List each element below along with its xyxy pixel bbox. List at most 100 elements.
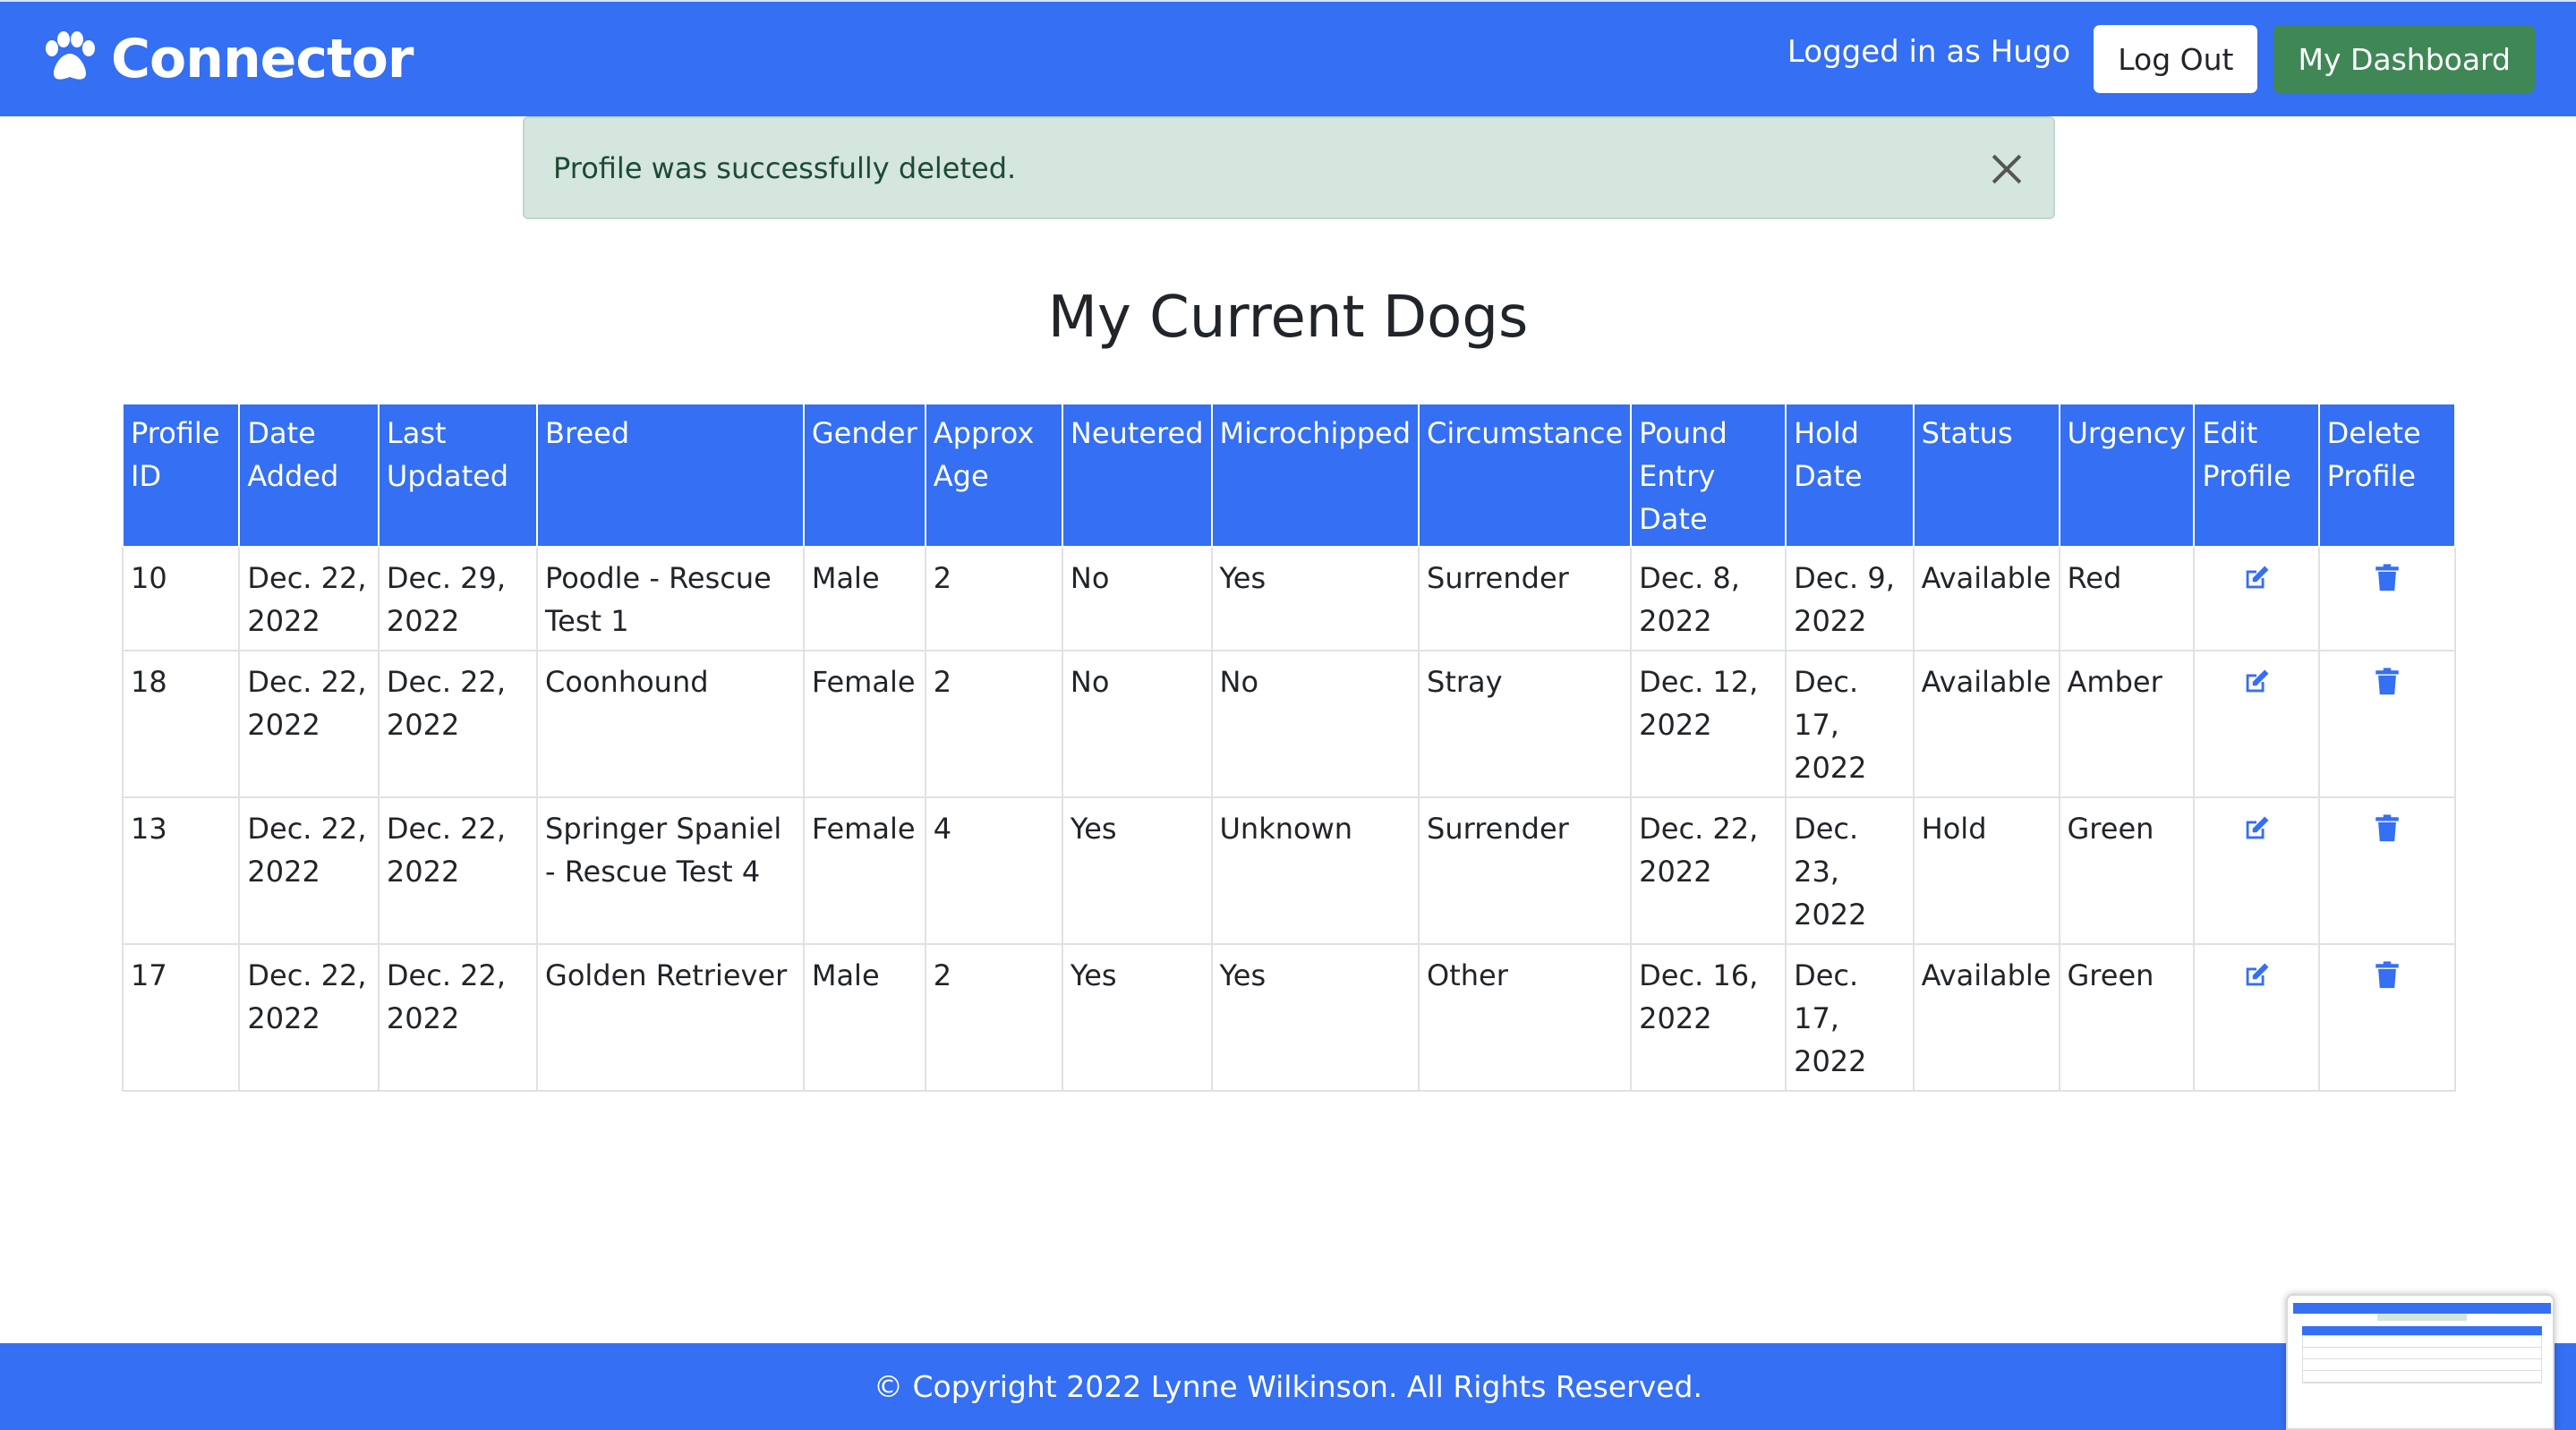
col-header: Circumstance — [1418, 404, 1633, 548]
table-row: 17 Dec. 22, 2022 Dec. 22, 2022 Golden Re… — [121, 943, 2457, 1092]
cell-circumstance: Surrender — [1418, 796, 1633, 945]
cell-date-added: Dec. 22, 2022 — [238, 546, 380, 651]
cell-neutered: No — [1061, 546, 1213, 651]
cell-profile-id: 10 — [121, 546, 241, 651]
col-header: Gender — [802, 404, 926, 548]
paw-icon — [41, 30, 98, 88]
col-header: Urgency — [2058, 404, 2196, 548]
col-header: Neutered — [1061, 404, 1213, 548]
edit-icon[interactable] — [2241, 959, 2272, 990]
cell-hold-date: Dec. 17, 2022 — [1785, 943, 1915, 1092]
cell-urgency: Amber — [2058, 650, 2196, 798]
col-header: Delete Profile — [2317, 404, 2457, 548]
cell-profile-id: 18 — [121, 650, 241, 798]
cell-breed: Golden Retriever — [536, 943, 805, 1092]
cell-delete — [2317, 650, 2457, 798]
cell-neutered: Yes — [1061, 796, 1213, 945]
cell-profile-id: 13 — [121, 796, 241, 945]
table-row: 10 Dec. 22, 2022 Dec. 29, 2022 Poodle - … — [121, 546, 2457, 651]
cell-status: Available — [1912, 546, 2060, 651]
cell-last-updated: Dec. 29, 2022 — [377, 546, 539, 651]
cell-microchipped: Yes — [1210, 943, 1420, 1092]
cell-age: 2 — [924, 546, 1063, 651]
cell-last-updated: Dec. 22, 2022 — [377, 796, 539, 945]
col-header: Status — [1912, 404, 2060, 548]
logout-button[interactable]: Log Out — [2094, 25, 2258, 93]
screenshot-thumbnail[interactable] — [2286, 1294, 2555, 1430]
cell-edit — [2193, 546, 2320, 651]
cell-date-added: Dec. 22, 2022 — [238, 943, 380, 1092]
cell-delete — [2317, 943, 2457, 1092]
edit-icon[interactable] — [2241, 562, 2272, 592]
copyright-text: © Copyright 2022 Lynne Wilkinson. All Ri… — [874, 1369, 1702, 1404]
cell-gender: Male — [802, 943, 926, 1092]
trash-icon[interactable] — [2372, 813, 2402, 843]
cell-urgency: Red — [2058, 546, 2196, 651]
thumbnail-alert — [2377, 1314, 2467, 1321]
cell-hold-date: Dec. 23, 2022 — [1785, 796, 1915, 945]
cell-age: 2 — [924, 650, 1063, 798]
cell-pound-entry: Dec. 16, 2022 — [1630, 943, 1787, 1092]
col-header: Edit Profile — [2193, 404, 2320, 548]
trash-icon[interactable] — [2372, 562, 2402, 592]
cell-hold-date: Dec. 9, 2022 — [1785, 546, 1915, 651]
cell-neutered: Yes — [1061, 943, 1213, 1092]
thumbnail-navbar — [2293, 1303, 2551, 1314]
cell-urgency: Green — [2058, 943, 2196, 1092]
col-header: Hold Date — [1785, 404, 1915, 548]
cell-microchipped: Yes — [1210, 546, 1420, 651]
cell-circumstance: Other — [1418, 943, 1633, 1092]
cell-hold-date: Dec. 17, 2022 — [1785, 650, 1915, 798]
trash-icon[interactable] — [2372, 959, 2402, 990]
cell-pound-entry: Dec. 22, 2022 — [1630, 796, 1787, 945]
col-header: Profile ID — [121, 404, 241, 548]
thumbnail-table-rows — [2302, 1335, 2542, 1383]
page-title: My Current Dogs — [1047, 285, 1529, 351]
footer: © Copyright 2022 Lynne Wilkinson. All Ri… — [0, 1343, 2576, 1430]
cell-status: Available — [1912, 650, 2060, 798]
cell-profile-id: 17 — [121, 943, 241, 1092]
cell-breed: Poodle - Rescue Test 1 — [536, 546, 805, 651]
cell-delete — [2317, 546, 2457, 651]
cell-age: 2 — [924, 943, 1063, 1092]
col-header: Pound Entry Date — [1630, 404, 1787, 548]
cell-breed: Coonhound — [536, 650, 805, 798]
col-header: Date Added — [238, 404, 380, 548]
cell-pound-entry: Dec. 12, 2022 — [1630, 650, 1787, 798]
cell-delete — [2317, 796, 2457, 945]
dashboard-button[interactable]: My Dashboard — [2273, 25, 2535, 93]
cell-edit — [2193, 650, 2320, 798]
col-header: Breed — [536, 404, 805, 548]
nav-right: Logged in as Hugo Log Out My Dashboard — [1787, 25, 2535, 93]
brand-link[interactable]: Connector — [41, 28, 414, 90]
success-alert: Profile was successfully deleted. — [523, 116, 2055, 219]
cell-gender: Female — [802, 796, 926, 945]
table-header-row: Profile ID Date Added Last Updated Breed… — [121, 404, 2457, 548]
edit-icon[interactable] — [2241, 666, 2272, 696]
brand-name: Connector — [111, 28, 414, 90]
table-row: 13 Dec. 22, 2022 Dec. 22, 2022 Springer … — [121, 796, 2457, 945]
cell-status: Available — [1912, 943, 2060, 1092]
cell-last-updated: Dec. 22, 2022 — [377, 650, 539, 798]
cell-urgency: Green — [2058, 796, 2196, 945]
cell-date-added: Dec. 22, 2022 — [238, 796, 380, 945]
logged-in-text: Logged in as Hugo — [1787, 34, 2071, 70]
cell-edit — [2193, 943, 2320, 1092]
alert-message: Profile was successfully deleted. — [553, 150, 1017, 185]
close-icon[interactable] — [1989, 150, 2025, 186]
cell-edit — [2193, 796, 2320, 945]
thumbnail-table-header — [2302, 1326, 2542, 1335]
cell-date-added: Dec. 22, 2022 — [238, 650, 380, 798]
table-row: 18 Dec. 22, 2022 Dec. 22, 2022 Coonhound… — [121, 650, 2457, 798]
cell-breed: Springer Spaniel - Rescue Test 4 — [536, 796, 805, 945]
col-header: Last Updated — [377, 404, 539, 548]
cell-age: 4 — [924, 796, 1063, 945]
cell-microchipped: No — [1210, 650, 1420, 798]
cell-microchipped: Unknown — [1210, 796, 1420, 945]
col-header: Approx Age — [924, 404, 1063, 548]
cell-gender: Female — [802, 650, 926, 798]
col-header: Microchipped — [1210, 404, 1420, 548]
edit-icon[interactable] — [2241, 813, 2272, 843]
trash-icon[interactable] — [2372, 666, 2402, 696]
dogs-table: Profile ID Date Added Last Updated Breed… — [121, 404, 2457, 1092]
